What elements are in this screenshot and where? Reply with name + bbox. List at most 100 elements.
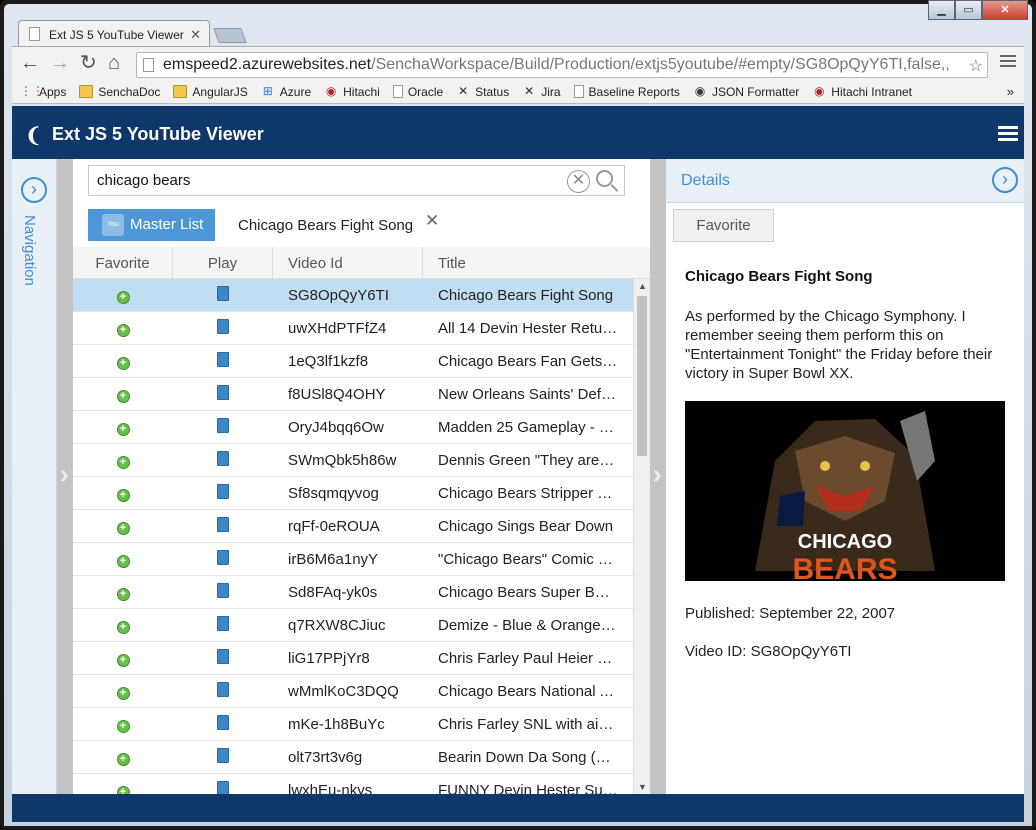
minimize-button[interactable]: ▁ <box>928 0 955 20</box>
favorite-button[interactable]: Favorite <box>673 209 774 242</box>
play-icon[interactable] <box>217 582 229 598</box>
left-splitter[interactable]: › <box>57 159 73 794</box>
table-row[interactable]: + SWmQbk5h86w Dennis Green "They are who w… <box>73 444 650 477</box>
expand-navigation-icon[interactable]: › <box>21 177 47 203</box>
browser-menu-icon[interactable] <box>1000 55 1016 70</box>
play-icon[interactable] <box>217 615 229 631</box>
clear-search-icon[interactable]: ✕ <box>567 170 590 193</box>
column-favorite[interactable]: Favorite <box>73 247 173 278</box>
table-row[interactable]: + liG17PPjYr8 Chris Farley Paul Heier skit <box>73 642 650 675</box>
add-favorite-icon[interactable]: + <box>116 521 130 535</box>
table-row[interactable]: + wMmlKoC3DQQ Chicago Bears National Anthe… <box>73 675 650 708</box>
back-arrow-icon[interactable]: ← <box>20 53 40 73</box>
tab-video-detail[interactable]: Chicago Bears Fight Song <box>238 217 413 234</box>
play-icon[interactable] <box>217 285 229 301</box>
bookmark-item[interactable]: Oracle <box>392 85 443 99</box>
table-row[interactable]: + OryJ4bqq6Ow Madden 25 Gameplay - Bears <box>73 411 650 444</box>
collapse-details-icon[interactable]: › <box>992 167 1018 193</box>
browser-tab[interactable]: Ext JS 5 YouTube Viewer ✕ <box>18 20 210 46</box>
add-favorite-icon[interactable]: + <box>116 686 130 700</box>
table-row[interactable]: + mKe-1h8BuYc Chris Farley SNL with air gu… <box>73 708 650 741</box>
table-row[interactable]: + f8USl8Q4OHY New Orleans Saints' Defense <box>73 378 650 411</box>
table-row[interactable]: +1eQ3lf1kzf8 Chicago Bears Fan Gets Owned <box>73 345 650 378</box>
play-icon[interactable] <box>217 549 229 565</box>
tools-icon: ✕ <box>458 84 469 98</box>
play-icon[interactable] <box>217 780 229 794</box>
table-row[interactable]: + rqFf-0eROUA Chicago Sings Bear Down <box>73 510 650 543</box>
bookmark-item[interactable]: ◉ JSON Formatter <box>693 85 800 99</box>
bookmark-item[interactable]: ⋮⋮ Apps <box>20 85 66 99</box>
grid-scrollbar[interactable]: ▲ ▼ <box>633 279 650 794</box>
play-icon[interactable] <box>217 384 229 400</box>
play-icon[interactable] <box>217 417 229 433</box>
more-bookmarks-button[interactable]: » <box>1007 84 1014 99</box>
new-tab-button[interactable] <box>213 28 247 43</box>
add-favorite-icon[interactable]: + <box>116 323 130 337</box>
table-row[interactable]: + olt73rt3v6g Bearin Down Da Song (Bears) <box>73 741 650 774</box>
table-row[interactable]: + lwxhEu-nkys FUNNY Devin Hester Super Bow… <box>73 774 650 794</box>
navigation-label[interactable]: Navigation <box>21 215 38 286</box>
column-title[interactable]: Title <box>423 247 633 278</box>
bookmark-item[interactable]: ◉ Hitachi <box>324 85 380 99</box>
table-row[interactable]: + Sd8FAq-yk0s Chicago Bears Super Bowl Shu… <box>73 576 650 609</box>
table-row[interactable]: + Sf8sqmqyvog Chicago Bears Stripper Fan <box>73 477 650 510</box>
maximize-button[interactable]: ▭ <box>955 0 982 20</box>
address-bar[interactable]: emspeed2.azurewebsites.net/SenchaWorkspa… <box>136 52 988 78</box>
scroll-up-icon[interactable]: ▲ <box>638 281 647 291</box>
add-favorite-icon[interactable]: + <box>116 356 130 370</box>
play-icon[interactable] <box>217 648 229 664</box>
scroll-thumb[interactable] <box>637 296 647 456</box>
table-row[interactable]: + irB6M6a1nyY "Chicago Bears" Comic Strip <box>73 543 650 576</box>
close-window-button[interactable]: ✕ <box>982 0 1028 20</box>
hamburger-menu-icon[interactable] <box>998 126 1018 144</box>
column-video-id[interactable]: Video Id <box>273 247 423 278</box>
play-icon[interactable] <box>217 747 229 763</box>
add-favorite-icon[interactable]: + <box>116 389 130 403</box>
add-favorite-icon[interactable]: + <box>116 554 130 568</box>
table-row[interactable]: + SG8OpQyY6TI Chicago Bears Fight Song <box>73 279 650 312</box>
table-row[interactable]: + q7RXW8CJiuc Demize - Blue & Orange Bears <box>73 609 650 642</box>
right-splitter[interactable]: › <box>650 159 666 794</box>
search-input[interactable]: chicago bears ✕ <box>88 165 625 196</box>
close-tab-icon[interactable]: ✕ <box>425 211 439 231</box>
play-icon[interactable] <box>217 318 229 334</box>
master-list-button[interactable]: You Master List <box>88 209 215 241</box>
bookmark-item[interactable]: ✕ Jira <box>522 85 560 99</box>
add-favorite-icon[interactable]: + <box>116 422 130 436</box>
home-icon[interactable]: ⌂ <box>108 53 120 73</box>
video-thumbnail[interactable]: CHICAGO BEARS <box>685 401 1005 581</box>
forward-arrow-icon[interactable]: → <box>50 53 70 73</box>
add-favorite-icon[interactable]: + <box>116 620 130 634</box>
bookmark-item[interactable]: SenchaDoc <box>79 85 160 99</box>
add-favorite-icon[interactable]: + <box>116 290 130 304</box>
bookmark-item[interactable]: Baseline Reports <box>573 85 680 99</box>
play-icon[interactable] <box>217 516 229 532</box>
add-favorite-icon[interactable]: + <box>116 752 130 766</box>
title-cell: Chris Farley SNL with air guitar <box>438 715 618 733</box>
play-icon[interactable] <box>217 450 229 466</box>
bookmark-item[interactable]: ⊞ Azure <box>261 85 311 99</box>
search-icon[interactable] <box>594 169 620 195</box>
title-cell: Madden 25 Gameplay - Bears <box>438 418 618 436</box>
reload-icon[interactable]: ↻ <box>80 53 97 73</box>
bookmark-item[interactable]: ◉ Hitachi Intranet <box>812 85 912 99</box>
play-icon[interactable] <box>217 483 229 499</box>
hitachi-icon: ◉ <box>325 84 337 98</box>
add-favorite-icon[interactable]: + <box>116 785 130 794</box>
bookmark-item[interactable]: ✕ Status <box>456 85 509 99</box>
tab-close-icon[interactable]: ✕ <box>190 27 201 43</box>
add-favorite-icon[interactable]: + <box>116 587 130 601</box>
play-icon[interactable] <box>217 351 229 367</box>
add-favorite-icon[interactable]: + <box>116 455 130 469</box>
play-icon[interactable] <box>217 681 229 697</box>
add-favorite-icon[interactable]: + <box>116 719 130 733</box>
add-favorite-icon[interactable]: + <box>116 653 130 667</box>
add-favorite-icon[interactable]: + <box>116 488 130 502</box>
bookmark-item[interactable]: AngularJS <box>173 85 248 99</box>
bookmark-star-icon[interactable]: ☆ <box>969 56 983 76</box>
play-icon[interactable] <box>217 714 229 730</box>
table-row[interactable]: + uwXHdPTFfZ4 All 14 Devin Hester Returns <box>73 312 650 345</box>
column-play[interactable]: Play <box>173 247 273 278</box>
play-cell <box>173 483 273 503</box>
scroll-down-icon[interactable]: ▼ <box>638 782 647 792</box>
